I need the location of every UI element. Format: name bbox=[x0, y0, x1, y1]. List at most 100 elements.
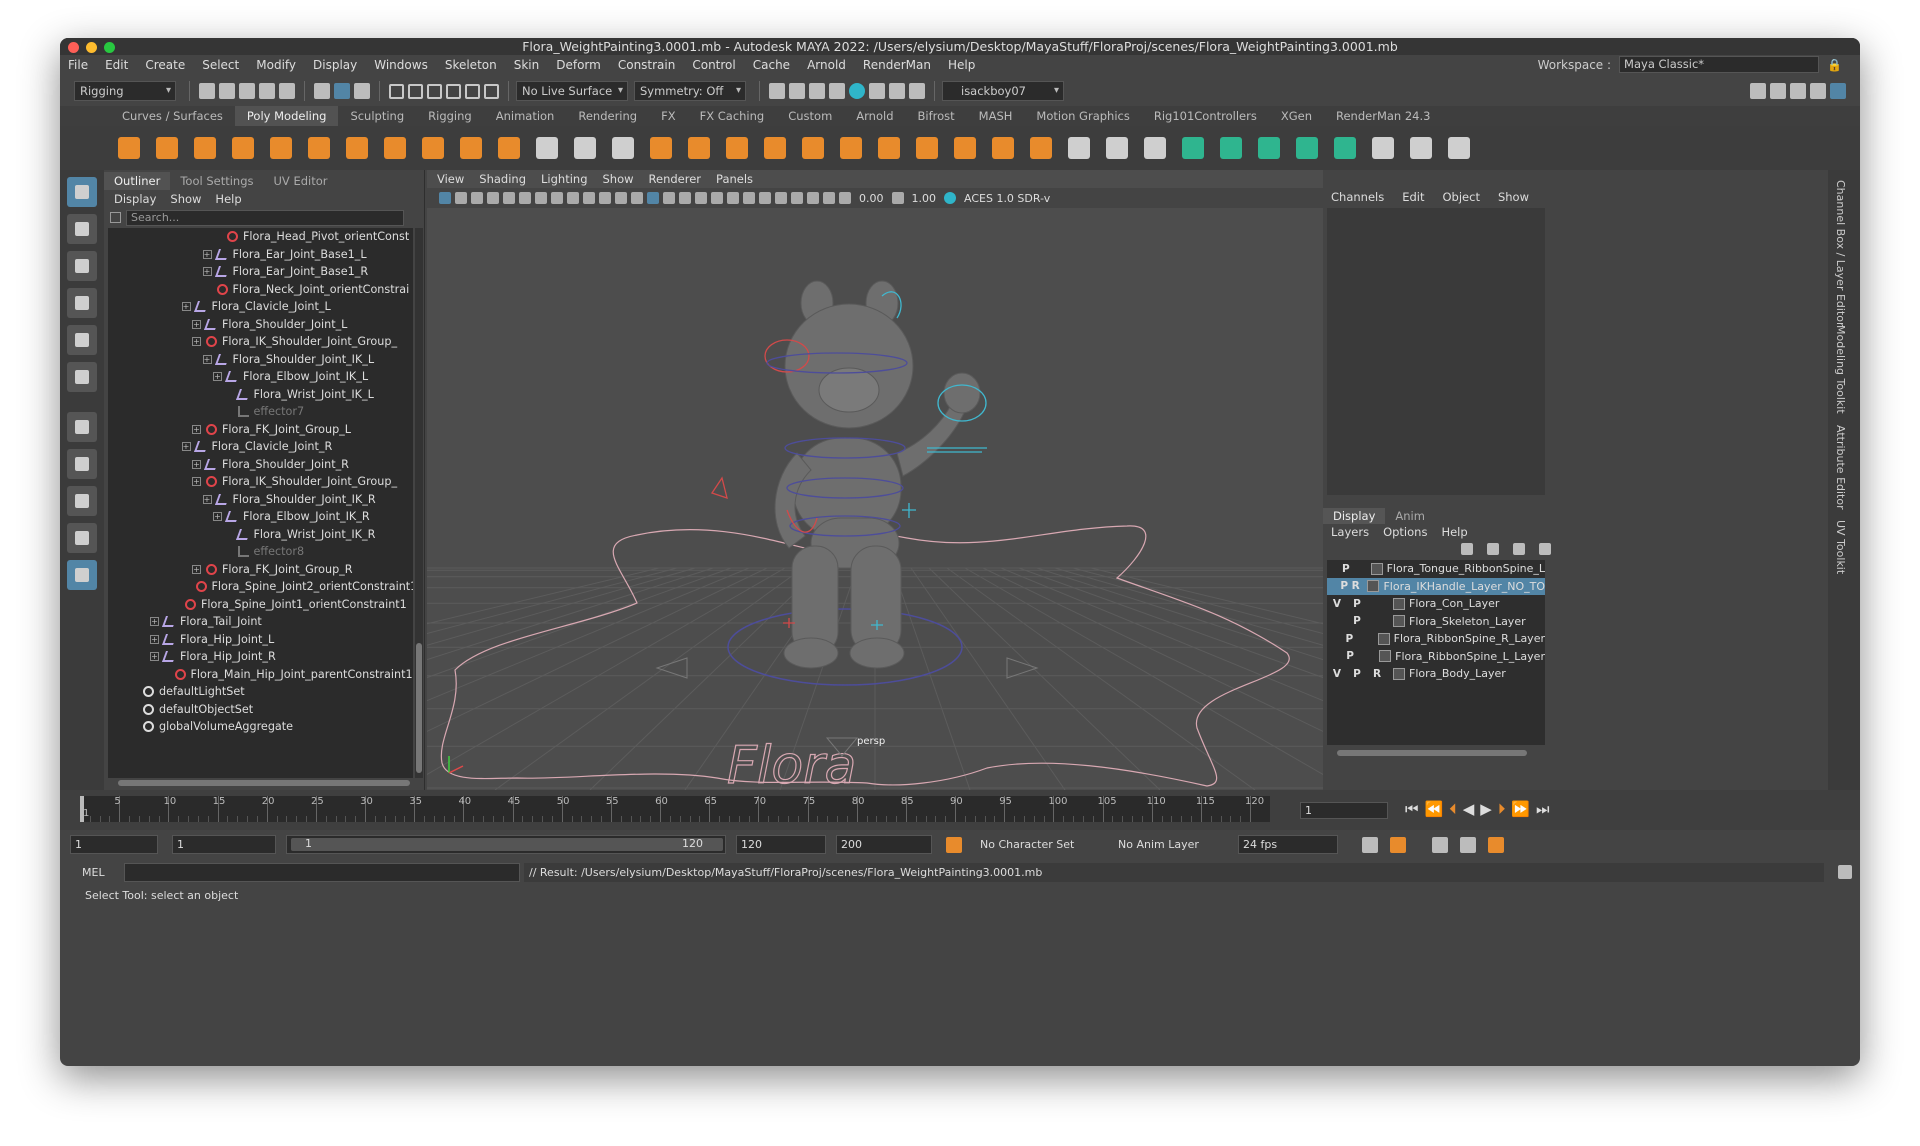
step-back-frame-icon[interactable]: ⏴ bbox=[1449, 800, 1457, 818]
command-input[interactable] bbox=[124, 863, 520, 882]
target-weld-icon[interactable] bbox=[992, 137, 1014, 159]
outliner-item[interactable]: + Flora_Clavicle_Joint_L bbox=[181, 298, 331, 316]
ambient-occlusion-icon[interactable] bbox=[727, 192, 739, 204]
menu-renderman[interactable]: RenderMan bbox=[863, 58, 931, 72]
combine-icon[interactable] bbox=[536, 137, 558, 159]
filter-icon[interactable] bbox=[110, 212, 121, 223]
snap-grid-icon[interactable] bbox=[389, 83, 404, 99]
snap-point-icon[interactable] bbox=[427, 83, 442, 99]
rotate-tool-icon[interactable] bbox=[67, 325, 97, 355]
side-tab-attribute-editor[interactable]: Attribute Editor bbox=[1834, 425, 1847, 510]
animation-preferences-icon[interactable] bbox=[1460, 837, 1476, 853]
shelf-tab-arnold[interactable]: Arnold bbox=[844, 106, 905, 126]
move-layer-up-icon[interactable] bbox=[1461, 543, 1473, 555]
layer-row[interactable]: V P R Flora_Body_Layer bbox=[1327, 665, 1545, 683]
auto-key-icon[interactable] bbox=[946, 837, 962, 853]
viewport-menu-renderer[interactable]: Renderer bbox=[649, 170, 702, 188]
layer-visibility-toggle[interactable]: V bbox=[1327, 668, 1347, 680]
select-object-icon[interactable] bbox=[334, 83, 350, 99]
anti-aliasing-icon[interactable] bbox=[759, 192, 771, 204]
channel-box-area[interactable] bbox=[1327, 208, 1545, 495]
svg-tool-icon[interactable] bbox=[498, 137, 520, 159]
layer-editor-icon[interactable] bbox=[1830, 83, 1846, 99]
bevel-icon[interactable] bbox=[840, 137, 862, 159]
layer-reference-toggle[interactable]: R bbox=[1367, 668, 1387, 680]
new-layer-selected-icon[interactable] bbox=[1539, 543, 1551, 555]
viewport-menu-show[interactable]: Show bbox=[603, 170, 634, 188]
menu-modify[interactable]: Modify bbox=[256, 58, 296, 72]
outliner-item[interactable]: globalVolumeAggregate bbox=[129, 718, 293, 736]
poly-disc-icon[interactable] bbox=[346, 137, 368, 159]
shelf-tab-rendering[interactable]: Rendering bbox=[566, 106, 649, 126]
open-scene-icon[interactable] bbox=[219, 83, 235, 99]
smooth-icon[interactable] bbox=[612, 137, 634, 159]
viewport-menu-shading[interactable]: Shading bbox=[479, 170, 526, 188]
layer-row[interactable]: P Flora_Tongue_RibbonSpine_L bbox=[1327, 560, 1545, 578]
live-surface-field[interactable]: No Live Surface bbox=[516, 81, 628, 101]
expand-toggle-icon[interactable]: + bbox=[213, 372, 222, 382]
lock-icon[interactable]: 🔒 bbox=[1827, 58, 1842, 72]
type-tool-icon[interactable] bbox=[460, 137, 482, 159]
channel-menu-edit[interactable]: Edit bbox=[1402, 190, 1424, 204]
isolate-select-icon[interactable] bbox=[791, 192, 803, 204]
go-to-end-icon[interactable]: ⏭ bbox=[1536, 800, 1550, 818]
outliner-menu-help[interactable]: Help bbox=[215, 190, 241, 208]
depth-of-field-icon[interactable] bbox=[775, 192, 787, 204]
expand-toggle-icon[interactable]: + bbox=[150, 634, 159, 644]
expand-toggle-icon[interactable]: + bbox=[192, 459, 201, 469]
character-set-dropdown[interactable]: No Character Set bbox=[980, 835, 1074, 854]
shelf-tab-xgen[interactable]: XGen bbox=[1269, 106, 1324, 126]
append-icon[interactable] bbox=[878, 137, 900, 159]
outliner-item[interactable]: + Flora_Hip_Joint_L bbox=[150, 631, 274, 649]
menu-control[interactable]: Control bbox=[692, 58, 735, 72]
expand-toggle-icon[interactable]: + bbox=[150, 617, 159, 627]
expand-toggle-icon[interactable]: + bbox=[202, 267, 212, 277]
two-pane-layout-icon[interactable] bbox=[67, 523, 97, 553]
paint-select-tool-icon[interactable] bbox=[67, 251, 97, 281]
extrude-icon[interactable] bbox=[802, 137, 824, 159]
tool-settings-icon[interactable] bbox=[1790, 83, 1806, 99]
textured-icon[interactable] bbox=[679, 192, 691, 204]
move-tool-icon[interactable] bbox=[67, 288, 97, 318]
outliner-item[interactable]: + Flora_Ear_Joint_Base1_L bbox=[202, 246, 367, 264]
channel-menu-object[interactable]: Object bbox=[1443, 190, 1480, 204]
shelf-tab-custom[interactable]: Custom bbox=[776, 106, 844, 126]
time-slider-ruler[interactable]: 1 5 10 15 20 25 30 35 40 45 50 55 60 65 70 75 80 85 90 95 10… bbox=[80, 796, 1270, 822]
exposure-icon[interactable] bbox=[839, 192, 851, 204]
snap-edge-icon[interactable] bbox=[484, 83, 499, 99]
step-forward-frame-icon[interactable]: ⏵ bbox=[1498, 800, 1506, 818]
current-time-marker[interactable] bbox=[80, 796, 84, 822]
hypershade-icon[interactable] bbox=[849, 83, 865, 99]
shelf-tab-mash[interactable]: MASH bbox=[967, 106, 1025, 126]
outliner-item[interactable]: Flora_Wrist_Joint_IK_L bbox=[224, 386, 374, 404]
poly-cone-icon[interactable] bbox=[232, 137, 254, 159]
outliner-item[interactable]: Flora_Main_Hip_Joint_parentConstraint1 bbox=[161, 666, 413, 684]
side-tab-modeling-toolkit[interactable]: Modeling Toolkit bbox=[1834, 325, 1847, 414]
render-frame-icon[interactable] bbox=[769, 83, 785, 99]
camera-attributes-icon[interactable] bbox=[455, 192, 467, 204]
menu-skeleton[interactable]: Skeleton bbox=[445, 58, 497, 72]
outliner-item[interactable]: + Flora_Tail_Joint bbox=[150, 613, 262, 631]
light-editor-icon[interactable] bbox=[889, 83, 905, 99]
expand-toggle-icon[interactable]: + bbox=[181, 442, 191, 452]
play-backwards-icon[interactable]: ◀ bbox=[1463, 800, 1475, 818]
layer-row[interactable]: P Flora_RibbonSpine_R_Layer bbox=[1327, 630, 1545, 648]
outliner-item[interactable]: + Flora_FK_Joint_Group_L bbox=[192, 421, 351, 439]
expand-toggle-icon[interactable]: + bbox=[202, 249, 212, 259]
channel-box-icon[interactable] bbox=[1810, 83, 1826, 99]
anim-layer-dropdown[interactable]: No Anim Layer bbox=[1118, 835, 1199, 854]
sew-uv-icon[interactable] bbox=[1448, 137, 1470, 159]
outliner-menu-display[interactable]: Display bbox=[114, 190, 156, 208]
poly-cube-icon[interactable] bbox=[156, 137, 178, 159]
outliner-item[interactable]: Flora_Spine_Joint2_orientConstraint1 bbox=[182, 578, 413, 596]
key-ticks-icon[interactable] bbox=[1390, 837, 1406, 853]
current-frame-field[interactable]: 1 bbox=[1300, 802, 1388, 819]
expand-toggle-icon[interactable]: + bbox=[192, 319, 201, 329]
layer-horizontal-scrollbar[interactable] bbox=[1337, 750, 1527, 756]
loop-icon[interactable] bbox=[1362, 837, 1378, 853]
layer-row[interactable]: P Flora_Skeleton_Layer bbox=[1327, 613, 1545, 631]
menu-edit[interactable]: Edit bbox=[105, 58, 128, 72]
expand-toggle-icon[interactable]: + bbox=[192, 424, 201, 434]
outliner-item[interactable]: effector8 bbox=[224, 543, 304, 561]
field-chart-icon[interactable] bbox=[599, 192, 611, 204]
